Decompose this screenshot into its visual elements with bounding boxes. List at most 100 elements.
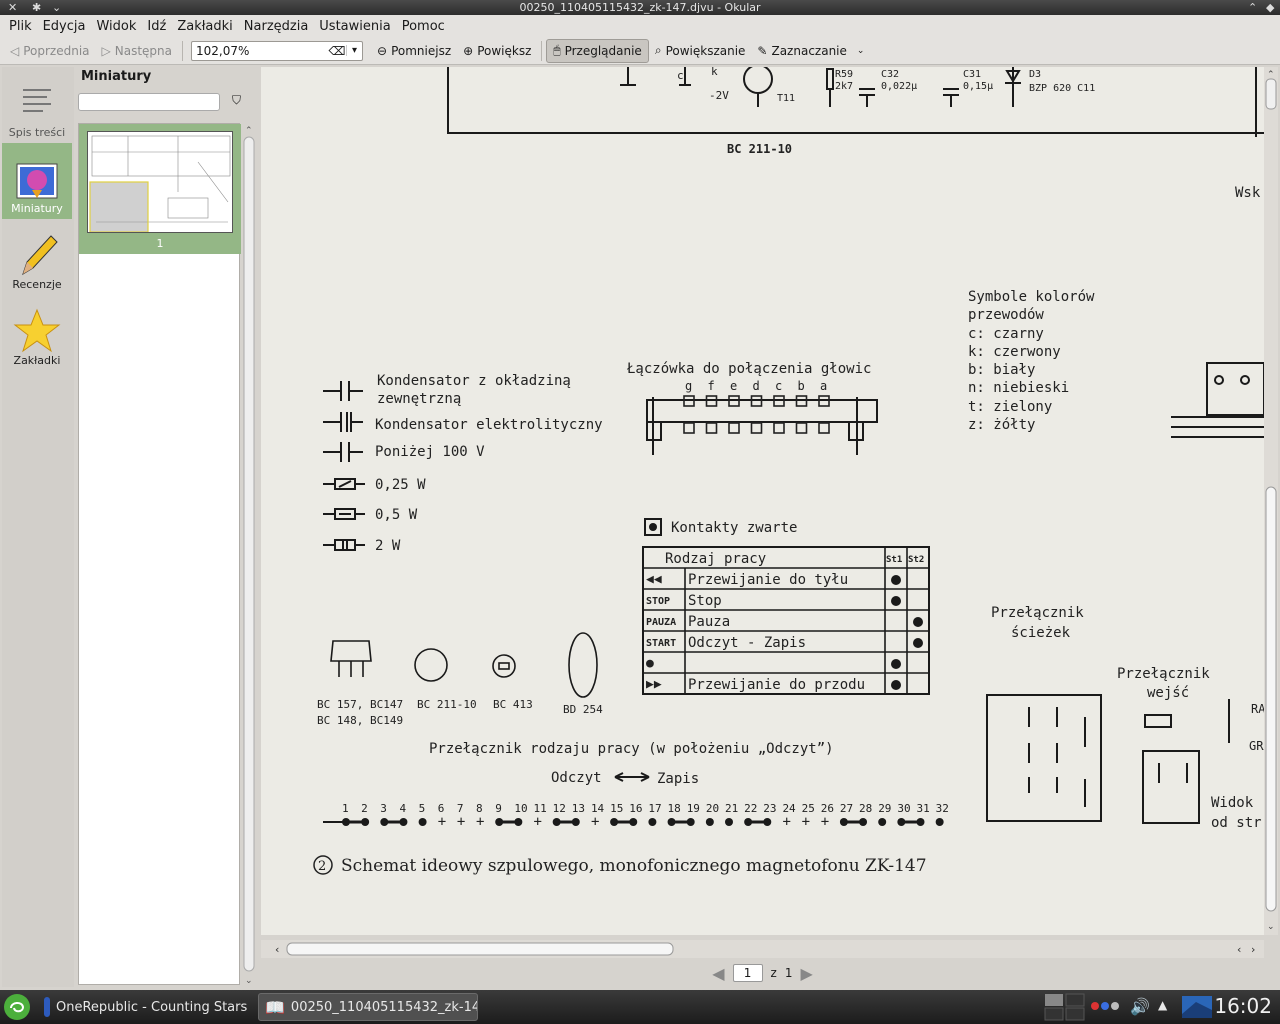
start-menu-icon[interactable] [2,992,32,1022]
thumbnails-icon [16,163,58,199]
maximize-icon[interactable]: ◆ [1266,0,1274,15]
contact-number: 21 [725,802,738,815]
component-label: Poniżej 100 V [375,444,485,460]
contact-number: 23 [763,802,776,815]
contact-closed-dot [891,680,901,690]
contact-open: + [591,814,599,830]
view-label: od str [1211,815,1262,831]
label-d3: D3 [1029,69,1041,80]
panel-title: Miniatury [81,69,152,84]
clock[interactable]: 16:02 [1214,994,1272,1018]
contact-number: 30 [897,802,910,815]
thumbnail-image [87,131,233,233]
svg-text:›: › [1251,943,1255,956]
arrow-right-icon: ▷ [101,43,111,58]
contact-number: 19 [687,802,700,815]
select-icon: ✎ [757,43,768,58]
magnifier-icon: ⌕ [654,43,662,57]
thumbnail-list[interactable]: 1 [78,123,241,985]
transistor-label: BD 254 [563,703,603,716]
document-page: -2V c k T11 R59 2k7 C32 0,022µ C31 0,15µ… [261,67,1264,935]
label-c32-value: 0,022µ [881,81,917,92]
thumbnail-scrollbar[interactable]: ⌃⌄ [242,123,256,985]
thumbnail-page-1[interactable]: 1 [79,124,241,254]
sidebar-tab-thumbnails[interactable]: Miniatury [2,143,72,219]
zoom-combo[interactable]: 102,07% ⌫ ▾ [191,40,364,61]
sidebar-tabs: Spis treści Miniatury Recenzje Zakładki [2,67,74,987]
okular-icon: 📖 [265,997,285,1017]
figure-caption: Schemat ideowy szpulowego, monofoniczneg… [341,856,927,876]
tray-expand-icon[interactable]: ▲ [1158,998,1167,1012]
prev-page-icon[interactable]: ◀ [712,964,724,983]
contact-number: 20 [706,802,719,815]
component-label: Kondensator z okładziną [377,373,571,389]
contact-closed-dot [891,659,901,669]
component-label: 2 W [375,538,401,554]
sidebar-tab-toc[interactable]: Spis treści [2,67,72,143]
next-page-button[interactable]: ▷ Następna [96,39,178,63]
contact-point [648,818,657,826]
contact-open: + [438,814,446,830]
menu-widok[interactable]: Widok [93,19,144,34]
mode-table-label: Odczyt - Zapis [688,635,806,651]
zoom-in-button[interactable]: ⊕ Powiększ [457,39,537,63]
next-page-icon[interactable]: ▶ [800,964,812,983]
thumbnail-search-input[interactable] [78,93,220,111]
mode-table-header: St1 [886,555,902,565]
sidebar-tab-reviews[interactable]: Recenzje [2,219,72,295]
document-horizontal-scrollbar[interactable]: ‹ ‹ › [261,940,1264,958]
task-okular[interactable]: 📖 00250_110405115432_zk-14 [258,993,478,1021]
legend-item: t: zielony [968,399,1052,415]
volume-icon[interactable]: 🔊 [1130,997,1150,1016]
contact-open: + [802,814,810,830]
chevron-down-icon[interactable]: ▾ [346,45,362,56]
chevron-down-icon[interactable]: ⌄ [857,46,865,56]
main-toolbar: ◁ Poprzednia ▷ Następna 102,07% ⌫ ▾ ⊖ Pomni… [0,37,1280,65]
svg-text:⌃: ⌃ [1267,70,1275,80]
menu-pomoc[interactable]: Pomoc [399,19,453,34]
page-of-label: z [770,966,777,980]
zoom-tool-button[interactable]: ⌕ Powiększanie [649,39,752,63]
mode-table-label: Przewijanie do tyłu [688,572,848,588]
contact-point [418,818,427,826]
gram-label: GRA [1249,739,1264,753]
page-number-input[interactable]: 1 [732,964,763,982]
menu-zakladki[interactable]: Zakładki [174,19,240,34]
task-firefox[interactable]: OneRepublic - Counting Stars [38,993,252,1021]
show-desktop-icon[interactable] [1182,996,1212,1018]
menu-ustawienia[interactable]: Ustawienia [316,19,398,34]
label-bc211: BC 211-10 [727,142,792,156]
browse-tool-button[interactable]: 🖱 Przeglądanie [546,38,649,63]
zoom-out-icon: ⊖ [377,43,388,58]
zoom-value[interactable]: 102,07% [196,44,328,58]
legend-item: k: czerwony [968,344,1061,360]
contact-closed-dot [913,638,923,648]
shade-icon[interactable]: ⌃ [1248,0,1257,15]
document-viewer[interactable]: -2V c k T11 R59 2k7 C32 0,022µ C31 0,15µ… [261,67,1264,935]
contact-number: 12 [553,802,566,815]
mode-table-header: Rodzaj pracy [665,551,766,567]
clear-icon[interactable]: ⌫ [328,44,346,58]
document-vertical-scrollbar[interactable]: ⌃⌄ [1264,67,1278,935]
track-switch-label: ścieżek [1011,625,1071,641]
contact-number: 9 [495,802,502,815]
previous-page-button[interactable]: ◁ Poprzednia [4,39,96,63]
menu-plik[interactable]: Plik [6,19,40,34]
contact-number: 16 [629,802,642,815]
transistor-label: BC 211-10 [417,698,477,711]
window-titlebar: ✕ ✱ ⌄ 00250_110405115432_zk-147.djvu - O… [0,0,1280,15]
page-navigation: ◀ 1 z 1 ▶ [261,960,1264,986]
filter-icon[interactable]: ⛉ [232,93,241,108]
network-status-icon[interactable] [1090,1000,1124,1012]
contacts-label: Kontakty zwarte [671,520,797,536]
menu-edycja[interactable]: Edycja [40,19,94,34]
legend-title-1: Symbole kolorów [968,289,1095,305]
desktop-pager-icon[interactable] [1044,993,1086,1021]
menu-idz[interactable]: Idź [144,19,174,34]
toolbar-separator [182,40,184,61]
connector-pin-label: f [708,379,715,393]
select-tool-button[interactable]: ✎ Zaznaczanie ⌄ [751,39,870,63]
sidebar-tab-bookmarks[interactable]: Zakładki [2,295,72,371]
zoom-out-button[interactable]: ⊖ Pomniejsz [371,39,457,63]
menu-narzedzia[interactable]: Narzędzia [241,19,317,34]
